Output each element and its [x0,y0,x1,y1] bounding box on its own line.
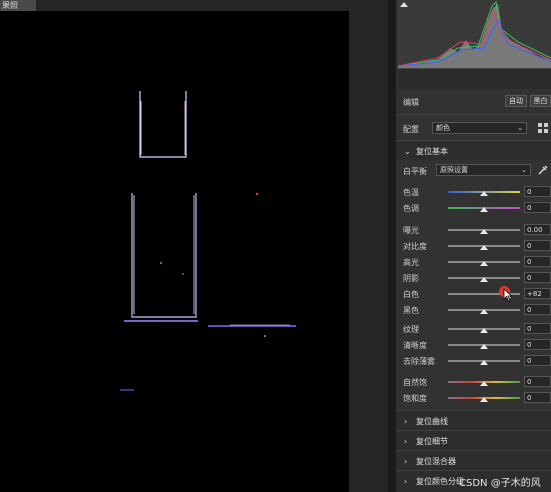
mixer-section-title: 复位混合器 [416,457,456,466]
slider-label: 色温 [403,188,419,197]
slider-row: 清晰度 0 [396,337,551,353]
slider-thumb[interactable] [480,360,488,365]
slider-label: 清晰度 [403,341,427,350]
detail-section-header[interactable]: › 复位细节 [396,430,551,450]
slider-value[interactable]: 0 [524,240,551,251]
edge-image [120,91,296,391]
black-white-button[interactable]: 黑白 [530,95,551,107]
color-grading-section-title: 复位颜色分级 [416,477,464,486]
slider-row: 色温 0 [396,184,551,200]
slider-row: 自然饱 0 [396,374,551,390]
mouse-cursor-icon [503,288,513,302]
slider-label: 去除薄雾 [403,357,435,366]
chevron-right-icon: › [404,477,408,486]
slider-value[interactable]: 0 [524,376,551,387]
slider-label: 阴影 [403,274,419,283]
slider-label: 饱和度 [403,394,427,403]
camera-raw-panel: 编辑 自动 黑白 配置 颜色 ⌄ ⌄ 复位基本 白平衡 原照设置 ⌄ 色温 0 色调… [396,0,551,492]
slider-row: 阴影 0 [396,270,551,286]
slider-value[interactable]: 0 [524,304,551,315]
document-tab[interactable]: 果照 [0,0,36,11]
slider-value[interactable]: 0 [524,256,551,267]
slider-thumb[interactable] [480,397,488,402]
auto-button[interactable]: 自动 [505,95,527,107]
slider-label: 自然饱 [403,378,427,387]
slider-thumb[interactable] [480,229,488,234]
slider-label: 高光 [403,258,419,267]
edit-header: 编辑 自动 黑白 [396,90,551,112]
chevron-right-icon: › [404,437,408,446]
chevron-down-icon: ⌄ [517,124,523,132]
profile-row: 配置 颜色 ⌄ [396,114,551,140]
slider-value[interactable]: 0 [524,186,551,197]
chevron-down-icon: ⌄ [521,166,527,174]
white-balance-label: 白平衡 [403,167,427,176]
slider-thumb[interactable] [480,191,488,196]
curve-section-header[interactable]: › 复位曲线 [396,410,551,430]
detail-section-title: 复位细节 [416,437,448,446]
slider-label: 色调 [403,204,419,213]
chevron-right-icon: › [404,417,408,426]
histogram [398,0,551,68]
histogram-toolbar [398,68,551,89]
basic-section-header[interactable]: ⌄ 复位基本 [396,140,551,160]
slider-thumb[interactable] [480,261,488,266]
slider-row: 饱和度 0 [396,390,551,406]
slider-thumb[interactable] [480,309,488,314]
slider-thumb[interactable] [480,344,488,349]
profile-value: 颜色 [436,124,450,132]
slider-label: 白色 [403,290,419,299]
profile-label: 配置 [403,125,419,134]
slider-thumb[interactable] [480,328,488,333]
slider-value[interactable]: 0 [524,323,551,334]
histogram-graph [398,0,551,68]
chevron-right-icon: › [404,457,408,466]
profile-browser-icon[interactable] [538,123,550,135]
slider-value[interactable]: 0 [524,202,551,213]
slider-row: 高光 0 [396,254,551,270]
eyedropper-icon[interactable] [537,164,549,176]
image-canvas[interactable] [0,11,349,492]
basic-section-title: 复位基本 [416,147,448,156]
slider-value[interactable]: 0 [524,355,551,366]
slider-value[interactable]: 0.00 [524,224,551,235]
slider-row: 白色 +82 [396,286,551,302]
slider-value[interactable]: 0 [524,272,551,283]
canvas-area[interactable]: 果照 [0,0,388,492]
slider-value[interactable]: 0 [524,392,551,403]
white-balance-row: 白平衡 原照设置 ⌄ [396,161,551,181]
slider-thumb[interactable] [480,277,488,282]
slider-row: 对比度 0 [396,238,551,254]
slider-thumb[interactable] [480,381,488,386]
slider-row: 去除薄雾 0 [396,353,551,369]
slider-value[interactable]: +82 [524,288,551,299]
slider-label: 曝光 [403,226,419,235]
slider-row: 色调 0 [396,200,551,216]
watermark: CSDN @子木的风 [459,478,541,489]
edit-title: 编辑 [403,98,419,107]
canvas-scrollbar[interactable] [388,0,396,492]
slider-label: 黑色 [403,306,419,315]
mixer-section-header[interactable]: › 复位混合器 [396,450,551,470]
slider-value[interactable]: 0 [524,339,551,350]
profile-dropdown[interactable]: 颜色 ⌄ [432,122,527,134]
slider-thumb[interactable] [480,245,488,250]
slider-row: 黑色 0 [396,302,551,318]
slider-label: 对比度 [403,242,427,251]
slider-row: 曝光 0.00 [396,222,551,238]
curve-section-title: 复位曲线 [416,417,448,426]
white-balance-value: 原照设置 [440,166,468,174]
slider-row: 纹理 0 [396,321,551,337]
chevron-down-icon: ⌄ [404,147,411,156]
slider-thumb[interactable] [480,207,488,212]
white-balance-dropdown[interactable]: 原照设置 ⌄ [436,164,531,176]
slider-label: 纹理 [403,325,419,334]
